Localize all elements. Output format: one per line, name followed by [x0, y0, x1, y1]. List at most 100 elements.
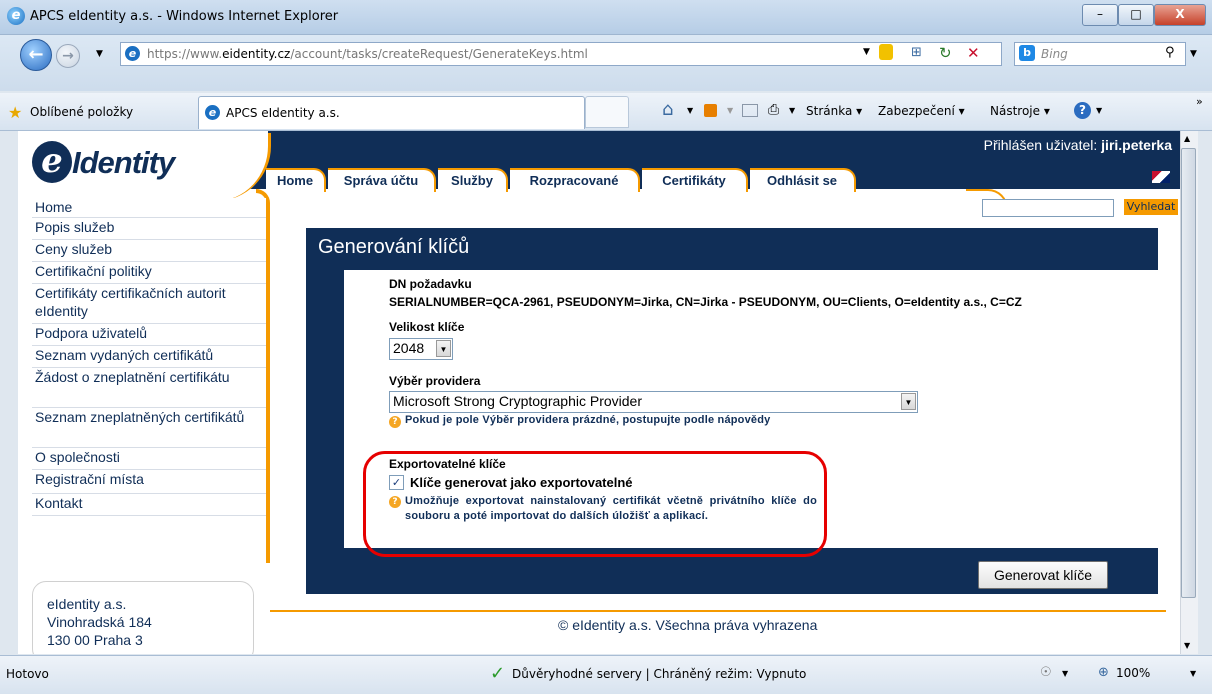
provider-select[interactable]: Microsoft Strong Cryptographic Provider … — [389, 391, 918, 413]
browser-tab[interactable]: e APCS eIdentity a.s. — [198, 96, 585, 129]
footer-divider — [270, 610, 1166, 612]
privacy-icon[interactable]: ☉ — [1040, 665, 1052, 680]
chevron-more-icon[interactable]: » — [1196, 95, 1203, 108]
nav-tab-in-progress[interactable]: Rozpracované — [510, 168, 640, 192]
url-dropdown-icon[interactable]: ▼ — [863, 47, 870, 57]
nav-tab-home[interactable]: Home — [266, 168, 326, 192]
site-logo-text[interactable]: Identity — [72, 145, 175, 181]
sidebar-item-policies[interactable]: Certifikační politiky — [32, 262, 266, 284]
feeds-icon[interactable] — [704, 104, 717, 117]
sidebar-item-registration[interactable]: Registrační místa — [32, 470, 266, 494]
favorites-bar: ★ Oblíbené položky e APCS eIdentity a.s.… — [0, 93, 1212, 131]
tab-site-icon: e — [205, 105, 220, 120]
highlight-annotation — [363, 451, 827, 557]
scroll-up-icon[interactable]: ▲ — [1184, 134, 1190, 143]
favorites-button[interactable]: Oblíbené položky — [30, 105, 133, 119]
tools-menu[interactable]: Nástroje ▾ — [990, 104, 1050, 118]
url-text: https://www.eidentity.cz/account/tasks/c… — [147, 47, 588, 61]
address-line: eIdentity a.s. — [47, 596, 127, 612]
address-bar-row: ← → ▼ e https://www.eidentity.cz/account… — [0, 35, 1212, 91]
security-zone[interactable]: Důvěryhodné servery | Chráněný režim: Vy… — [512, 667, 806, 681]
chevron-down-icon[interactable]: ▼ — [901, 393, 916, 410]
status-bar: Hotovo ✓ Důvěryhodné servery | Chráněný … — [0, 655, 1212, 694]
feeds-dropdown-icon[interactable]: ▼ — [727, 106, 733, 115]
sidebar-item-issued[interactable]: Seznam vydaných certifikátů — [32, 346, 266, 368]
scroll-down-icon[interactable]: ▼ — [1184, 641, 1190, 650]
nav-tab-services[interactable]: Služby — [438, 168, 508, 192]
search-field[interactable]: b Bing ⚲ — [1014, 42, 1186, 66]
security-menu[interactable]: Zabezpečení ▾ — [878, 104, 965, 118]
back-button[interactable]: ← — [20, 39, 52, 71]
status-text: Hotovo — [6, 667, 49, 681]
search-options-icon[interactable]: ▼ — [1190, 49, 1197, 59]
history-dropdown-icon[interactable]: ▼ — [96, 49, 103, 59]
compatibility-icon[interactable]: ⊞ — [911, 45, 922, 60]
nav-tab-account[interactable]: Správa účtu — [328, 168, 436, 192]
english-flag-icon[interactable] — [1152, 171, 1170, 183]
key-size-label: Velikost klíče — [389, 320, 465, 334]
bing-logo-icon: b — [1019, 45, 1035, 61]
print-dropdown-icon[interactable]: ▼ — [789, 106, 795, 115]
sidebar-item-about[interactable]: O společnosti — [32, 448, 266, 470]
sidebar-item-ca-certificates[interactable]: Certifikáty certifikačních autorit eIden… — [32, 284, 266, 324]
privacy-dropdown-icon[interactable]: ▼ — [1062, 669, 1068, 678]
home-icon[interactable]: ⌂ — [662, 99, 673, 120]
help-dropdown-icon[interactable]: ▼ — [1096, 106, 1102, 115]
nav-tab-certificates[interactable]: Certifikáty — [642, 168, 748, 192]
sidebar-item-revoked-list[interactable]: Seznam zneplatněných certifikátů — [32, 408, 266, 448]
sidebar: Home Popis služeb Ceny služeb Certifikač… — [32, 198, 266, 560]
sidebar-item-prices[interactable]: Ceny služeb — [32, 240, 266, 262]
new-tab-button[interactable] — [585, 96, 629, 128]
page-menu[interactable]: Stránka ▾ — [806, 104, 862, 118]
scrollbar-thumb[interactable] — [1181, 148, 1196, 598]
eidentity-logo-icon[interactable]: e — [32, 141, 72, 183]
address-line: Vinohradská 184 — [47, 614, 152, 630]
site-search-button[interactable]: Vyhledat — [1124, 199, 1178, 215]
dn-label: DN požadavku — [389, 277, 472, 291]
zoom-icon[interactable]: ⊕ — [1098, 665, 1109, 680]
provider-label: Výběr providera — [389, 374, 481, 388]
sidebar-item-services[interactable]: Popis služeb — [32, 218, 266, 240]
lock-icon[interactable] — [879, 44, 893, 60]
print-icon[interactable]: ⎙ — [768, 102, 779, 118]
home-dropdown-icon[interactable]: ▼ — [687, 106, 693, 115]
site-icon: e — [125, 46, 140, 61]
panel-title: Generování klíčů — [318, 236, 470, 258]
key-size-value: 2048 — [393, 340, 425, 356]
sidebar-item-support[interactable]: Podpora uživatelů — [32, 324, 266, 346]
search-icon[interactable]: ⚲ — [1165, 45, 1175, 60]
chevron-down-icon[interactable]: ▼ — [436, 340, 451, 357]
refresh-icon[interactable]: ↻ — [939, 44, 952, 62]
hint-icon: ? — [389, 416, 401, 428]
window-title: APCS eIdentity a.s. - Windows Internet E… — [30, 9, 339, 24]
provider-hint: Pokud je pole Výběr providera prázdné, p… — [405, 414, 771, 426]
site-search-input[interactable] — [982, 199, 1114, 217]
key-size-select[interactable]: 2048 ▼ — [389, 338, 453, 360]
provider-value: Microsoft Strong Cryptographic Provider — [393, 393, 642, 409]
logged-in-user: Přihlášen uživatel: jiri.peterka — [983, 137, 1172, 153]
stop-icon[interactable]: ✕ — [967, 44, 980, 62]
tab-title: APCS eIdentity a.s. — [226, 106, 340, 120]
minimize-button[interactable]: – — [1082, 4, 1118, 26]
sidebar-item-home[interactable]: Home — [32, 198, 266, 218]
mail-icon[interactable] — [742, 104, 758, 117]
address-line: 130 00 Praha 3 — [47, 632, 143, 648]
zoom-level[interactable]: 100% — [1116, 666, 1150, 680]
web-page: e Identity Přihlášen uživatel: jiri.pete… — [18, 131, 1180, 654]
favorites-star-icon[interactable]: ★ — [8, 103, 22, 122]
window-titlebar[interactable]: e APCS eIdentity a.s. - Windows Internet… — [0, 0, 1212, 35]
help-icon[interactable]: ? — [1074, 102, 1091, 119]
close-button[interactable]: X — [1154, 4, 1206, 26]
forward-button[interactable]: → — [56, 44, 80, 68]
company-address-card: eIdentity a.s. Vinohradská 184 130 00 Pr… — [32, 581, 254, 654]
search-placeholder: Bing — [1041, 47, 1068, 61]
nav-tab-logout[interactable]: Odhlásit se — [750, 168, 856, 192]
dn-value: SERIALNUMBER=QCA-2961, PSEUDONYM=Jirka, … — [389, 295, 1022, 309]
sidebar-item-contact[interactable]: Kontakt — [32, 494, 266, 516]
ie-logo-icon: e — [7, 7, 25, 25]
generate-keys-button[interactable]: Generovat klíče — [978, 561, 1108, 589]
zoom-dropdown-icon[interactable]: ▼ — [1190, 669, 1196, 678]
maximize-button[interactable]: □ — [1118, 4, 1154, 26]
sidebar-item-revocation-request[interactable]: Žádost o zneplatnění certifikátu — [32, 368, 266, 408]
url-field[interactable]: e https://www.eidentity.cz/account/tasks… — [120, 42, 1002, 66]
